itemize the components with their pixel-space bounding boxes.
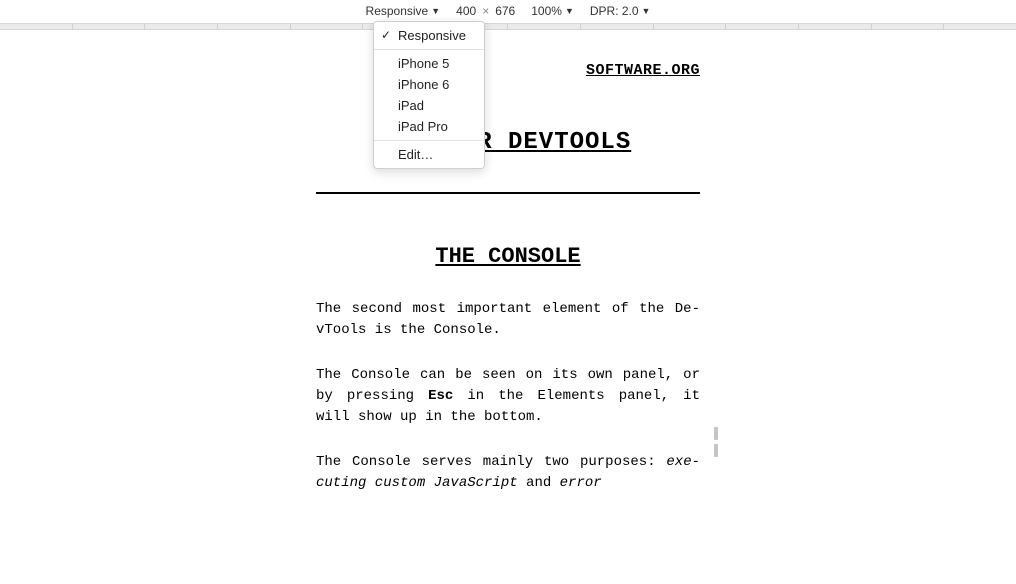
- dpr-label: DPR: 2.0: [590, 4, 639, 18]
- chevron-down-icon: ▼: [565, 6, 574, 16]
- page-content: SOFTWARE.ORG BROWSER DEVTOOLS THE CONSOL…: [308, 62, 708, 494]
- ruler-segment: [726, 24, 799, 29]
- dropdown-separator: [374, 140, 484, 141]
- ruler-segment: [145, 24, 218, 29]
- kbd-esc: Esc: [428, 388, 453, 404]
- dropdown-item-responsive[interactable]: Responsive: [374, 25, 484, 46]
- paragraph: The Console serves mainly two purposes: …: [316, 452, 700, 494]
- ruler-segment: [799, 24, 872, 29]
- device-toolbar: Responsive ▼ 400 × 676 100% ▼ DPR: 2.0 ▼: [0, 0, 1016, 23]
- dropdown-item-iphone5[interactable]: iPhone 5: [374, 53, 484, 74]
- ruler-bar[interactable]: [0, 23, 1016, 30]
- ruler-segment: [654, 24, 727, 29]
- paragraph: The second most important element of the…: [316, 299, 700, 341]
- divider: [316, 192, 700, 194]
- ruler-segment: [872, 24, 945, 29]
- chevron-down-icon: ▼: [642, 6, 651, 16]
- dropdown-separator: [374, 49, 484, 50]
- ruler-segment: [944, 24, 1016, 29]
- dropdown-item-ipadpro[interactable]: iPad Pro: [374, 116, 484, 137]
- resize-handle[interactable]: [714, 427, 718, 457]
- ruler-segment: [218, 24, 291, 29]
- width-input[interactable]: 400: [456, 4, 476, 18]
- device-frame: SOFTWARE.ORG BROWSER DEVTOOLS THE CONSOL…: [308, 62, 708, 584]
- device-selector-label: Responsive: [366, 4, 429, 18]
- dropdown-item-edit[interactable]: Edit…: [374, 144, 484, 165]
- zoom-label: 100%: [531, 4, 562, 18]
- ruler-segment: [291, 24, 364, 29]
- ruler-segment: [508, 24, 581, 29]
- dpr-selector[interactable]: DPR: 2.0 ▼: [590, 4, 651, 18]
- section-heading: THE CONSOLE: [316, 244, 700, 269]
- viewport-area: SOFTWARE.ORG BROWSER DEVTOOLS THE CONSOL…: [0, 30, 1016, 552]
- ruler-segment: [581, 24, 654, 29]
- dropdown-item-ipad[interactable]: iPad: [374, 95, 484, 116]
- zoom-selector[interactable]: 100% ▼: [531, 4, 574, 18]
- chevron-down-icon: ▼: [431, 6, 440, 16]
- paragraph: The Console can be seen on its own panel…: [316, 365, 700, 428]
- device-selector[interactable]: Responsive ▼: [366, 4, 441, 18]
- ruler-segment: [0, 24, 73, 29]
- height-input[interactable]: 676: [495, 4, 515, 18]
- dimensions-x: ×: [482, 4, 489, 18]
- ruler-segment: [73, 24, 146, 29]
- dropdown-item-iphone6[interactable]: iPhone 6: [374, 74, 484, 95]
- dimensions: 400 × 676: [456, 4, 515, 18]
- device-dropdown: Responsive iPhone 5 iPhone 6 iPad iPad P…: [373, 21, 485, 169]
